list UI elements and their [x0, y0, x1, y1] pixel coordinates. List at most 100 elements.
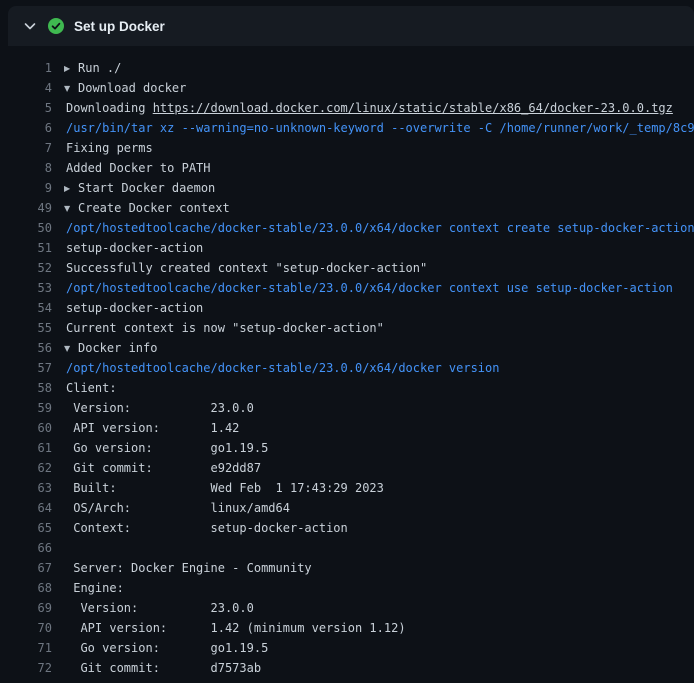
log-line: 6/usr/bin/tar xz --warning=no-unknown-ke…: [0, 118, 694, 138]
line-number[interactable]: 54: [0, 298, 52, 318]
chevron-down-icon[interactable]: [22, 18, 38, 34]
line-number[interactable]: 6: [0, 118, 52, 138]
line-number[interactable]: 52: [0, 258, 52, 278]
line-number[interactable]: 60: [0, 418, 52, 438]
command-text: /opt/hostedtoolcache/docker-stable/23.0.…: [64, 218, 694, 238]
log-line: 65 Context: setup-docker-action: [0, 518, 694, 538]
log-line: 69 Version: 23.0.0: [0, 598, 694, 618]
log-line: 63 Built: Wed Feb 1 17:43:29 2023: [0, 478, 694, 498]
log-line: 72 Git commit: d7573ab: [0, 658, 694, 678]
line-number[interactable]: 67: [0, 558, 52, 578]
log-text: Git commit: e92dd87: [64, 458, 261, 478]
log-text: Go version: go1.19.5: [64, 638, 268, 658]
group-expanded-triangle-icon[interactable]: ▼: [64, 199, 74, 218]
step-header[interactable]: Set up Docker: [8, 6, 694, 46]
line-number[interactable]: 53: [0, 278, 52, 298]
download-url-link[interactable]: https://download.docker.com/linux/static…: [153, 101, 673, 115]
log-line: 60 API version: 1.42: [0, 418, 694, 438]
log-line: 51 setup-docker-action: [0, 238, 694, 258]
line-number[interactable]: 65: [0, 518, 52, 538]
group-title: Download docker: [78, 81, 186, 95]
log-line: 55 Current context is now "setup-docker-a…: [0, 318, 694, 338]
group-title: Create Docker context: [78, 201, 230, 215]
log-line: 50/opt/hostedtoolcache/docker-stable/23.…: [0, 218, 694, 238]
line-number[interactable]: 5: [0, 98, 52, 118]
command-text: /opt/hostedtoolcache/docker-stable/23.0.…: [64, 278, 673, 298]
line-number[interactable]: 71: [0, 638, 52, 658]
line-number[interactable]: 58: [0, 378, 52, 398]
log-text: Version: 23.0.0: [64, 398, 254, 418]
log-text: Fixing perms: [64, 138, 153, 158]
log-line-content: ▼ Docker info: [64, 338, 157, 358]
step-container: Set up Docker 1 ▶ Run ./ 4 ▼ Download docker 5…: [0, 0, 694, 678]
log-line[interactable]: 1 ▶ Run ./: [0, 58, 694, 78]
log-line: 58 Client:: [0, 378, 694, 398]
group-collapsed-triangle-icon[interactable]: ▶: [64, 179, 74, 198]
log-text: Downloading: [66, 101, 153, 115]
log-line-content: ▼ Download docker: [64, 78, 186, 98]
log-line[interactable]: 49 ▼ Create Docker context: [0, 198, 694, 218]
command-text: /usr/bin/tar xz --warning=no-unknown-key…: [64, 118, 694, 138]
line-number[interactable]: 56: [0, 338, 52, 358]
log-line: 64 OS/Arch: linux/amd64: [0, 498, 694, 518]
line-number[interactable]: 64: [0, 498, 52, 518]
group-expanded-triangle-icon[interactable]: ▼: [64, 79, 74, 98]
log-line[interactable]: 56 ▼ Docker info: [0, 338, 694, 358]
log-text: Go version: go1.19.5: [64, 438, 268, 458]
group-title: Docker info: [78, 341, 157, 355]
log-line: 59 Version: 23.0.0: [0, 398, 694, 418]
log-line: 68 Engine:: [0, 578, 694, 598]
log-text: setup-docker-action: [64, 238, 203, 258]
line-number[interactable]: 7: [0, 138, 52, 158]
log-text: [64, 538, 66, 558]
step-title: Set up Docker: [74, 19, 165, 34]
line-number[interactable]: 4: [0, 78, 52, 98]
log-line-content: ▶Start Docker daemon: [64, 178, 215, 198]
log-line: 54setup-docker-action: [0, 298, 694, 318]
log-text: Git commit: d7573ab: [64, 658, 261, 678]
log-text: Successfully created context "setup-dock…: [64, 258, 427, 278]
group-title: Run ./: [78, 61, 121, 75]
log-line[interactable]: 4 ▼ Download docker: [0, 78, 694, 98]
log-text: Server: Docker Engine - Community: [64, 558, 312, 578]
line-number[interactable]: 70: [0, 618, 52, 638]
line-number[interactable]: 8: [0, 158, 52, 178]
group-collapsed-triangle-icon[interactable]: ▶: [64, 59, 74, 78]
log-line: 70 API version: 1.42 (minimum version 1.…: [0, 618, 694, 638]
line-number[interactable]: 1: [0, 58, 52, 78]
log-text: Added Docker to PATH: [64, 158, 211, 178]
log-text: Version: 23.0.0: [64, 598, 254, 618]
log-line: 62 Git commit: e92dd87: [0, 458, 694, 478]
line-number[interactable]: 50: [0, 218, 52, 238]
line-number[interactable]: 63: [0, 478, 52, 498]
line-number[interactable]: 59: [0, 398, 52, 418]
log-line: 61 Go version: go1.19.5: [0, 438, 694, 458]
log-text: Client:: [64, 378, 117, 398]
log-text: Current context is now "setup-docker-act…: [64, 318, 384, 338]
success-check-icon: [48, 18, 64, 34]
log-line-content: ▼ Create Docker context: [64, 198, 230, 218]
line-number[interactable]: 61: [0, 438, 52, 458]
line-number[interactable]: 57: [0, 358, 52, 378]
group-expanded-triangle-icon[interactable]: ▼: [64, 339, 74, 358]
line-number[interactable]: 66: [0, 538, 52, 558]
log-line: 8 Added Docker to PATH: [0, 158, 694, 178]
line-number[interactable]: 68: [0, 578, 52, 598]
line-number[interactable]: 55: [0, 318, 52, 338]
log-text: API version: 1.42: [64, 418, 239, 438]
log-text: Context: setup-docker-action: [64, 518, 348, 538]
line-number[interactable]: 62: [0, 458, 52, 478]
log-line-content: ▶ Run ./: [64, 58, 121, 78]
log-text: OS/Arch: linux/amd64: [64, 498, 290, 518]
line-number[interactable]: 72: [0, 658, 52, 678]
log-line: 71 Go version: go1.19.5: [0, 638, 694, 658]
log-text: API version: 1.42 (minimum version 1.12): [64, 618, 406, 638]
log-line: 53/opt/hostedtoolcache/docker-stable/23.…: [0, 278, 694, 298]
log-area: 1 ▶ Run ./ 4 ▼ Download docker 5 Downloading ht…: [0, 46, 694, 678]
line-number[interactable]: 9: [0, 178, 52, 198]
line-number[interactable]: 69: [0, 598, 52, 618]
log-line: 5 Downloading https://download.docker.com…: [0, 98, 694, 118]
line-number[interactable]: 51: [0, 238, 52, 258]
log-line[interactable]: 9 ▶Start Docker daemon: [0, 178, 694, 198]
line-number[interactable]: 49: [0, 198, 52, 218]
